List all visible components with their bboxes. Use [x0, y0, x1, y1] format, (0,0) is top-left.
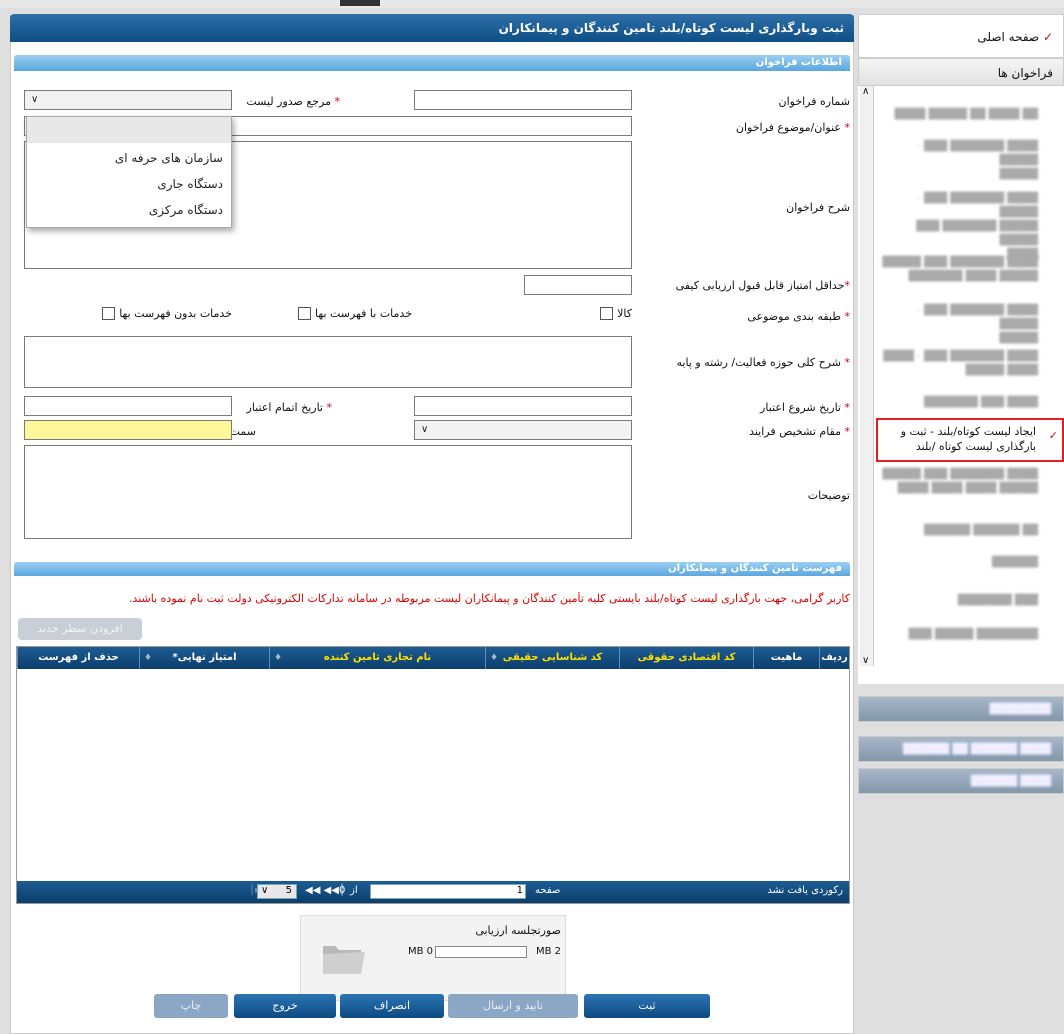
upload-panel[interactable]: صورتجلسه ارزیابی 0 MB 2 MB: [300, 915, 566, 1001]
position-input[interactable]: [24, 420, 232, 440]
list-issuer-select[interactable]: ∨: [24, 90, 232, 110]
sort-icon: ♦: [274, 653, 283, 663]
validity-start-label: * تاریخ شروع اعتبار: [760, 401, 850, 414]
cancel-button[interactable]: انصراف: [340, 994, 444, 1018]
dropdown-empty-option[interactable]: [27, 117, 231, 143]
dropdown-option[interactable]: دستگاه مرکزی: [149, 203, 223, 217]
call-subject-label: * عنوان/موضوع فراخوان: [735, 121, 850, 134]
logo-icon: ✓: [1048, 429, 1058, 442]
sidebar-item-blurred[interactable]: ████ ███████ ███ - ████ ████ █████: [876, 350, 1064, 378]
top-strip: [0, 0, 1064, 8]
sort-icon: ♦: [144, 653, 153, 663]
call-description-label: شرح فراخوان: [786, 201, 850, 214]
chevron-down-icon: ∨: [421, 424, 429, 435]
col-final-score[interactable]: *امتیاز نهایی ♦: [139, 647, 269, 669]
grid-header: ردیف ماهیت کد اقتصادی حقوقی کد شناسایی ح…: [17, 647, 849, 669]
authority-label: * مقام تشخیص فرایند: [749, 425, 850, 438]
notes-textarea[interactable]: [24, 445, 632, 539]
validity-start-input[interactable]: [414, 396, 632, 416]
logo-icon: ✓: [1042, 30, 1053, 44]
checkbox[interactable]: [600, 307, 614, 320]
upload-max: 2 MB: [535, 946, 561, 957]
checkbox[interactable]: [102, 307, 116, 320]
authority-select[interactable]: ∨: [414, 420, 632, 440]
sidebar-group[interactable]: ████ ██████: [858, 768, 1064, 794]
pager-prev-icons[interactable]: │◀◀ ◀◀: [305, 885, 345, 896]
submit-button[interactable]: ثبت: [584, 994, 710, 1018]
sidebar-group[interactable]: ████ ██████ ██ ██████: [858, 736, 1064, 762]
list-issuer-dropdown[interactable]: سازمان های حرفه ای دستگاه جاری دستگاه مر…: [26, 116, 232, 228]
category-label: * طبقه بندی موضوعی: [747, 310, 850, 323]
category-goods[interactable]: کالا: [600, 307, 632, 320]
section-header-supplier-list: فهرست تامین کنندگان و پیمانکاران: [14, 562, 850, 576]
upload-progress: [435, 946, 527, 958]
validity-end-input[interactable]: [24, 396, 232, 416]
category-services-with-price[interactable]: خدمات با فهرست بها: [298, 307, 412, 320]
min-score-input[interactable]: [524, 275, 632, 295]
sidebar-item-blurred[interactable]: ████ ███████ ███ █████ █████ ████ ████ ██…: [876, 468, 1064, 496]
col-nature[interactable]: ماهیت: [753, 647, 819, 669]
validity-end-label: * تاریخ اتمام اعتبار: [246, 401, 332, 414]
col-remove[interactable]: حذف از فهرست: [17, 647, 139, 669]
sidebar-home[interactable]: ✓ صفحه اصلی: [858, 14, 1064, 58]
sort-icon: ♦: [490, 653, 499, 663]
upload-title: صورتجلسه ارزیابی: [475, 924, 561, 937]
sidebar-item-blurred[interactable]: ████ ███████ ███ - █████ █████ ███████ ██…: [876, 192, 1064, 262]
activity-textarea[interactable]: [24, 336, 632, 388]
page-size-select[interactable]: ∨ 5: [257, 884, 297, 899]
dropdown-option[interactable]: دستگاه جاری: [157, 177, 223, 191]
sidebar-scrollbar[interactable]: ∧ ∨: [860, 86, 874, 666]
sidebar-item-blurred[interactable]: ██████: [876, 556, 1064, 570]
sidebar-item-blurred[interactable]: ██ ██████ ██████: [876, 524, 1064, 538]
of-label: از: [350, 885, 358, 896]
sidebar-item-blurred[interactable]: ████ ███████ ███ █████ █████ ████ ███████: [876, 256, 1064, 284]
sidebar-calls-header[interactable]: فراخوان ها: [858, 58, 1064, 86]
col-trade-name[interactable]: نام تجاری تامین کننده ♦: [269, 647, 485, 669]
dropdown-option[interactable]: سازمان های حرفه ای: [115, 151, 223, 165]
col-row[interactable]: ردیف: [819, 647, 849, 669]
sidebar-group[interactable]: ████████: [858, 696, 1064, 722]
no-records-text: رکوردی یافت نشد: [767, 885, 843, 896]
print-button[interactable]: چاپ: [154, 994, 228, 1018]
add-row-button[interactable]: افزودن سطر جدید: [18, 618, 142, 640]
call-number-input[interactable]: [414, 90, 632, 110]
sidebar-item-blurred[interactable]: ████ ███████ ███ - █████ █████: [876, 304, 1064, 346]
page-label: صفحه: [535, 885, 561, 896]
sidebar-item-blurred[interactable]: ██ ████ ██ █████ ████: [876, 108, 1064, 122]
checkbox[interactable]: [298, 307, 312, 320]
call-number-label: شماره فراخوان: [778, 95, 851, 108]
sidebar-item-blurred[interactable]: ███ ███████: [876, 594, 1064, 608]
grid-pager: رکوردی یافت نشد ►► ►│ صفحه 1 از 0 │◀◀ ◀◀…: [17, 881, 849, 903]
category-services-without-price[interactable]: خدمات بدون فهرست بها: [102, 307, 232, 320]
position-label: سمت: [229, 425, 256, 438]
chevron-down-icon: ∨: [31, 94, 39, 105]
page-input[interactable]: 1: [370, 884, 526, 899]
folder-icon: [321, 938, 367, 981]
sidebar-item-active[interactable]: ✓ ایجاد لیست کوتاه/بلند - ثبت و بارگذاری…: [876, 418, 1064, 462]
min-score-label: *حداقل امتیاز قابل قبول ارزیابی کیفی: [675, 279, 850, 292]
sidebar-item-blurred[interactable]: ████████ █████ ███: [876, 628, 1064, 642]
section-header-call-info: اطلاعات فراخوان: [14, 55, 850, 71]
warning-text: کاربر گرامی، جهت بارگذاری لیست کوتاه/بلن…: [128, 592, 850, 605]
supplier-grid: ردیف ماهیت کد اقتصادی حقوقی کد شناسایی ح…: [16, 646, 850, 904]
notes-label: توضیحات: [807, 489, 850, 502]
col-national-id[interactable]: کد شناسایی حقیقی ♦: [485, 647, 619, 669]
sidebar-item-blurred[interactable]: ████ ███ ███████: [876, 396, 1064, 410]
page-title: ثبت وبارگذاری لیست کوتاه/بلند تامین کنند…: [10, 14, 854, 42]
sidebar-item-blurred[interactable]: ████ ███████ ███ - █████ █████: [876, 140, 1064, 182]
activity-label: * شرح کلی حوزه فعالیت/ رشته و پایه: [676, 356, 851, 369]
list-issuer-label: * مرجع صدور لیست: [246, 95, 340, 108]
confirm-send-button[interactable]: تایید و ارسال: [448, 994, 578, 1018]
upload-used: 0 MB: [407, 946, 433, 957]
col-economic-code[interactable]: کد اقتصادی حقوقی: [619, 647, 753, 669]
exit-button[interactable]: خروج: [234, 994, 336, 1018]
